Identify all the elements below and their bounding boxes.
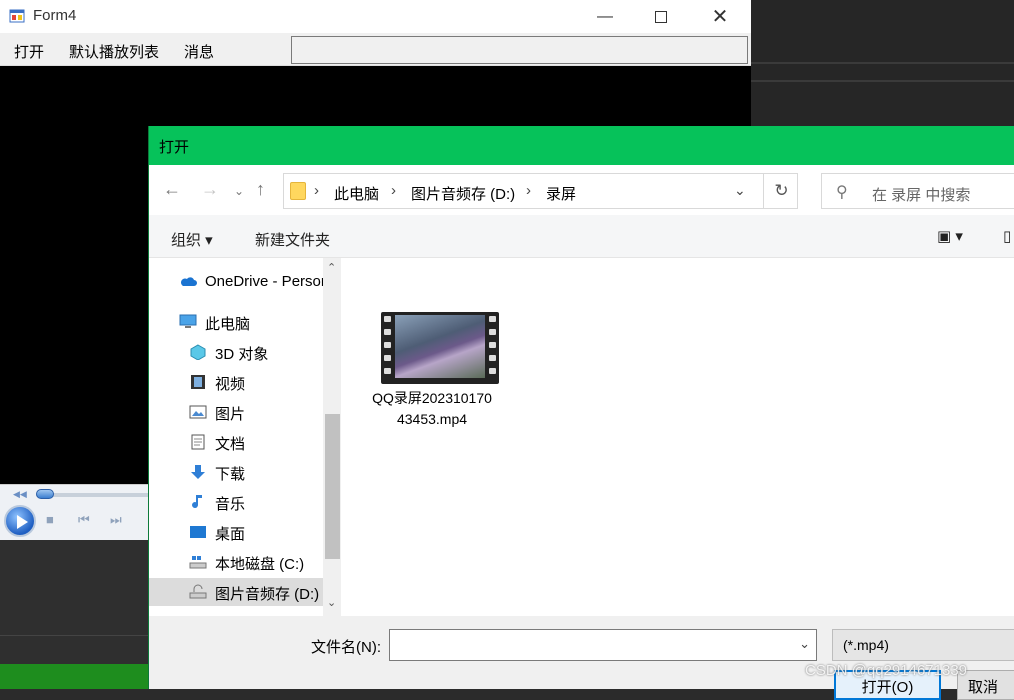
computer-icon	[179, 314, 197, 328]
pictures-icon	[189, 405, 207, 419]
nav-item-drive-d[interactable]: 图片音频存 (D:)	[149, 578, 323, 606]
video-file-icon	[381, 312, 499, 384]
dialog-title: 打开	[159, 139, 190, 156]
maximize-icon	[655, 10, 667, 23]
nav-item-desktop[interactable]: 桌面	[149, 518, 323, 546]
nav-item-drive-c[interactable]: 本地磁盘 (C:)	[149, 548, 323, 576]
file-item[interactable]: QQ录屏20231017043453.mp4	[369, 310, 499, 450]
search-input[interactable]: ⚲ 在 录屏 中搜索	[821, 173, 1014, 209]
window-title: Form4	[33, 7, 77, 24]
nav-label: 图片	[215, 406, 246, 423]
filename-label: 文件名(N):	[311, 639, 381, 656]
nav-label: 音乐	[215, 496, 246, 513]
scroll-down-icon[interactable]: ⌄	[327, 596, 336, 609]
filetype-value: (*.mp4)	[843, 637, 889, 653]
preview-pane-icon[interactable]: ▯	[1003, 227, 1011, 245]
dialog-titlebar[interactable]: 打开	[149, 126, 1014, 165]
onedrive-icon	[180, 277, 197, 286]
menu-open[interactable]: 打开	[14, 41, 44, 62]
drive-c-icon	[189, 556, 207, 569]
menu-messages[interactable]: 消息	[184, 41, 214, 62]
nav-label: 3D 对象	[215, 346, 269, 363]
nav-label: 视频	[215, 376, 246, 393]
chevron-right-icon[interactable]: ›	[314, 182, 319, 199]
nav-item-documents[interactable]: 文档	[149, 428, 323, 456]
seek-knob[interactable]	[36, 489, 54, 499]
background-panel	[0, 540, 150, 664]
chevron-right-icon[interactable]: ›	[391, 182, 396, 199]
music-icon	[192, 495, 202, 509]
chevron-down-icon[interactable]: ⌄	[734, 182, 746, 199]
downloads-icon	[191, 465, 205, 479]
open-file-dialog: 打开 ← → ⌄ ↑ › 此电脑 › 图片音频存 (D:) › 录屏 ⌄ ↻ ⚲…	[148, 126, 1014, 700]
navigation-pane: OneDrive - Personal 此电脑 3D 对象 视频 图片 文档 下…	[149, 258, 341, 616]
close-button[interactable]: ✕	[697, 0, 743, 33]
minimize-icon: —	[597, 7, 613, 25]
up-arrow-icon[interactable]: ↑	[256, 179, 265, 200]
nav-item-videos[interactable]: 视频	[149, 368, 323, 396]
nav-item-onedrive[interactable]: OneDrive - Personal	[149, 268, 323, 296]
nav-label: 本地磁盘 (C:)	[215, 556, 305, 573]
breadcrumb-recordings[interactable]: 录屏	[546, 183, 576, 204]
scroll-thumb[interactable]	[325, 414, 340, 559]
drive-d-icon	[189, 584, 207, 599]
breadcrumb-drive-d[interactable]: 图片音频存 (D:)	[411, 183, 515, 204]
play-button[interactable]	[4, 505, 36, 537]
nav-label: 下载	[215, 466, 246, 483]
maximize-button[interactable]	[638, 0, 684, 33]
organize-button[interactable]: 组织 ▾	[171, 229, 213, 250]
desktop-icon	[190, 526, 206, 538]
media-player-controls: ◀◀ ■ ⏮ ⏭	[0, 484, 150, 540]
scroll-up-icon[interactable]: ⌃	[327, 261, 336, 274]
filetype-select[interactable]: (*.mp4)	[832, 629, 1014, 661]
recent-locations-chevron-icon[interactable]: ⌄	[234, 184, 244, 198]
refresh-button[interactable]: ↻	[763, 173, 799, 209]
back-arrow-icon[interactable]: ←	[163, 179, 181, 200]
app-icon	[9, 9, 25, 23]
nav-scrollbar[interactable]: ⌃ ⌄	[323, 258, 341, 616]
3d-objects-icon	[190, 344, 206, 360]
rewind-icon[interactable]: ◀◀	[13, 489, 27, 500]
new-folder-button[interactable]: 新建文件夹	[255, 229, 330, 250]
previous-icon[interactable]: ⏮	[78, 512, 90, 528]
nav-label: 此电脑	[205, 316, 251, 333]
nav-label: 图片音频存 (D:)	[215, 586, 320, 603]
view-options-icon[interactable]: ▣ ▾	[937, 227, 963, 245]
breadcrumb-this-pc[interactable]: 此电脑	[334, 183, 379, 204]
stop-icon[interactable]: ■	[46, 512, 54, 527]
close-icon: ✕	[711, 6, 729, 28]
search-icon: ⚲	[836, 184, 848, 201]
minimize-button[interactable]: —	[582, 0, 628, 33]
forward-arrow-icon[interactable]: →	[201, 179, 219, 200]
documents-icon	[191, 434, 205, 450]
watermark: CSDN @qq2914671339	[805, 662, 968, 679]
file-name: QQ录屏20231017043453.mp4	[372, 390, 492, 427]
nav-item-pictures[interactable]: 图片	[149, 398, 323, 426]
file-list: QQ录屏20231017043453.mp4	[341, 258, 1014, 616]
chevron-down-icon[interactable]: ⌄	[799, 636, 810, 652]
nav-label: 文档	[215, 436, 246, 453]
background-status-strip	[0, 664, 150, 689]
nav-label: OneDrive - Personal	[205, 273, 323, 290]
search-placeholder: 在 录屏 中搜索	[872, 187, 971, 204]
nav-item-3d-objects[interactable]: 3D 对象	[149, 338, 323, 366]
address-bar[interactable]: › 此电脑 › 图片音频存 (D:) › 录屏 ⌄	[283, 173, 798, 209]
filename-input[interactable]: ⌄	[389, 629, 817, 661]
dialog-navigation: ← → ⌄ ↑ › 此电脑 › 图片音频存 (D:) › 录屏 ⌄ ↻ ⚲ 在 …	[149, 165, 1014, 215]
menu-default-playlist[interactable]: 默认播放列表	[69, 41, 159, 62]
folder-icon	[290, 182, 306, 200]
nav-item-music[interactable]: 音乐	[149, 488, 323, 516]
form4-titlebar[interactable]: Form4 — ✕	[0, 0, 751, 33]
nav-item-downloads[interactable]: 下载	[149, 458, 323, 486]
next-icon[interactable]: ⏭	[110, 512, 122, 528]
nav-label: 桌面	[215, 526, 246, 543]
chevron-right-icon[interactable]: ›	[526, 182, 531, 199]
form4-textbox[interactable]	[291, 36, 748, 64]
dialog-toolbar: 组织 ▾ 新建文件夹 ▣ ▾ ▯	[149, 215, 1014, 258]
video-folder-icon	[191, 375, 205, 389]
refresh-icon: ↻	[774, 181, 789, 200]
nav-item-this-pc[interactable]: 此电脑	[149, 308, 323, 336]
